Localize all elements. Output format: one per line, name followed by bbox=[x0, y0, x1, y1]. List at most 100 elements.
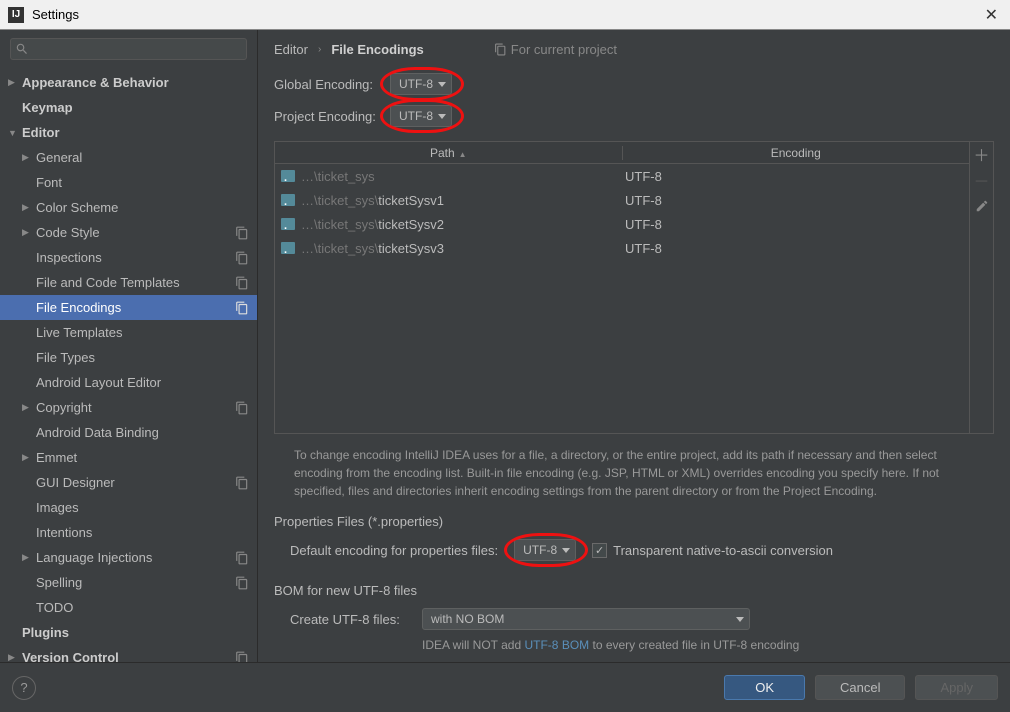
sidebar-item-label: Version Control bbox=[22, 650, 235, 662]
sidebar-item-inspections[interactable]: Inspections bbox=[0, 245, 257, 270]
global-encoding-label: Global Encoding: bbox=[274, 77, 382, 92]
apply-button[interactable]: Apply bbox=[915, 675, 998, 700]
breadcrumb-current: File Encodings bbox=[331, 42, 423, 57]
sidebar-item-keymap[interactable]: Keymap bbox=[0, 95, 257, 120]
copy-icon bbox=[235, 276, 249, 290]
search-input[interactable] bbox=[10, 38, 247, 60]
copy-icon bbox=[235, 651, 249, 663]
sidebar-item-label: Android Layout Editor bbox=[36, 375, 249, 390]
chevron-down-icon bbox=[736, 617, 744, 622]
sidebar-item-font[interactable]: Font bbox=[0, 170, 257, 195]
help-button[interactable]: ? bbox=[12, 676, 36, 700]
default-properties-encoding-dropdown[interactable]: UTF-8 bbox=[514, 539, 576, 561]
sidebar-item-version-control[interactable]: ▶Version Control bbox=[0, 645, 257, 662]
add-button[interactable]: ＋ bbox=[974, 146, 990, 162]
sidebar-item-copyright[interactable]: ▶Copyright bbox=[0, 395, 257, 420]
table-row[interactable]: …\ticket_sysUTF-8 bbox=[275, 164, 969, 188]
sidebar-item-intentions[interactable]: Intentions bbox=[0, 520, 257, 545]
breadcrumb-parent[interactable]: Editor bbox=[274, 42, 308, 57]
encoding-cell: UTF-8 bbox=[619, 241, 963, 256]
pencil-icon bbox=[975, 199, 989, 213]
create-utf8-dropdown[interactable]: with NO BOM bbox=[422, 608, 750, 630]
sidebar-item-android-data-binding[interactable]: Android Data Binding bbox=[0, 420, 257, 445]
create-utf8-label: Create UTF-8 files: bbox=[290, 612, 410, 627]
tree-arrow-icon: ▶ bbox=[22, 452, 34, 463]
copy-icon bbox=[235, 251, 249, 265]
utf8-bom-link[interactable]: UTF-8 BOM bbox=[524, 638, 589, 652]
sidebar-item-todo[interactable]: TODO bbox=[0, 595, 257, 620]
sidebar-item-label: File and Code Templates bbox=[36, 275, 235, 290]
properties-section-title: Properties Files (*.properties) bbox=[274, 514, 994, 529]
transparent-native-checkbox[interactable]: ✓ bbox=[592, 543, 607, 558]
content-panel: Editor › File Encodings For current proj… bbox=[258, 30, 1010, 662]
sidebar-item-file-encodings[interactable]: File Encodings bbox=[0, 295, 257, 320]
sidebar-item-label: Intentions bbox=[36, 525, 249, 540]
folder-icon bbox=[281, 170, 295, 182]
sidebar-item-label: Code Style bbox=[36, 225, 235, 240]
remove-button[interactable]: － bbox=[974, 172, 990, 188]
current-project-hint: For current project bbox=[494, 42, 617, 57]
sidebar-item-label: Emmet bbox=[36, 450, 249, 465]
search-icon bbox=[15, 42, 29, 56]
copy-icon bbox=[235, 551, 249, 565]
sidebar-item-label: Color Scheme bbox=[36, 200, 249, 215]
chevron-down-icon bbox=[438, 114, 446, 119]
sidebar-item-label: Images bbox=[36, 500, 249, 515]
copy-icon bbox=[235, 576, 249, 590]
sidebar-item-emmet[interactable]: ▶Emmet bbox=[0, 445, 257, 470]
sidebar-item-android-layout-editor[interactable]: Android Layout Editor bbox=[0, 370, 257, 395]
cancel-button[interactable]: Cancel bbox=[815, 675, 905, 700]
sidebar-item-editor[interactable]: ▼Editor bbox=[0, 120, 257, 145]
sidebar-item-label: Keymap bbox=[22, 100, 249, 115]
copy-icon bbox=[235, 476, 249, 490]
transparent-native-label: Transparent native-to-ascii conversion bbox=[613, 543, 833, 558]
project-encoding-dropdown[interactable]: UTF-8 bbox=[390, 105, 452, 127]
sidebar-item-file-types[interactable]: File Types bbox=[0, 345, 257, 370]
tree-arrow-icon: ▶ bbox=[22, 227, 34, 238]
sidebar-item-language-injections[interactable]: ▶Language Injections bbox=[0, 545, 257, 570]
sidebar-item-label: Inspections bbox=[36, 250, 235, 265]
ok-button[interactable]: OK bbox=[724, 675, 805, 700]
column-header-path[interactable]: Path▲ bbox=[275, 146, 623, 160]
encoding-cell: UTF-8 bbox=[619, 193, 963, 208]
chevron-down-icon bbox=[438, 82, 446, 87]
tree-arrow-icon: ▶ bbox=[22, 402, 34, 413]
copy-icon bbox=[235, 401, 249, 415]
column-header-encoding[interactable]: Encoding bbox=[623, 146, 970, 160]
edit-button[interactable] bbox=[974, 198, 990, 214]
sidebar-item-code-style[interactable]: ▶Code Style bbox=[0, 220, 257, 245]
title-bar: IJ Settings ✕ bbox=[0, 0, 1010, 30]
sidebar-item-label: Live Templates bbox=[36, 325, 249, 340]
encoding-cell: UTF-8 bbox=[619, 217, 963, 232]
chevron-right-icon: › bbox=[318, 44, 321, 55]
sidebar-item-spelling[interactable]: Spelling bbox=[0, 570, 257, 595]
copy-icon bbox=[494, 43, 507, 56]
copy-icon bbox=[235, 226, 249, 240]
sidebar-item-appearance-behavior[interactable]: ▶Appearance & Behavior bbox=[0, 70, 257, 95]
close-icon[interactable]: ✕ bbox=[981, 5, 1002, 25]
global-encoding-dropdown[interactable]: UTF-8 bbox=[390, 73, 452, 95]
sidebar-item-plugins[interactable]: Plugins bbox=[0, 620, 257, 645]
encoding-table: Path▲ Encoding …\ticket_sysUTF-8…\ticket… bbox=[274, 141, 994, 434]
sidebar: ▶Appearance & Behavior Keymap ▼Editor▶Gene… bbox=[0, 30, 258, 662]
bom-note: IDEA will NOT add UTF-8 BOM to every cre… bbox=[422, 638, 994, 652]
sidebar-item-file-and-code-templates[interactable]: File and Code Templates bbox=[0, 270, 257, 295]
table-row[interactable]: …\ticket_sys\ticketSysv1UTF-8 bbox=[275, 188, 969, 212]
encoding-cell: UTF-8 bbox=[619, 169, 963, 184]
sidebar-item-color-scheme[interactable]: ▶Color Scheme bbox=[0, 195, 257, 220]
sidebar-item-general[interactable]: ▶General bbox=[0, 145, 257, 170]
sidebar-item-gui-designer[interactable]: GUI Designer bbox=[0, 470, 257, 495]
sort-asc-icon: ▲ bbox=[459, 150, 467, 159]
sidebar-item-label: TODO bbox=[36, 600, 249, 615]
tree-arrow-icon: ▶ bbox=[22, 552, 34, 563]
tree-arrow-icon: ▶ bbox=[8, 652, 20, 662]
sidebar-item-live-templates[interactable]: Live Templates bbox=[0, 320, 257, 345]
sidebar-item-label: Plugins bbox=[22, 625, 249, 640]
sidebar-item-label: File Types bbox=[36, 350, 249, 365]
sidebar-item-label: Font bbox=[36, 175, 249, 190]
table-row[interactable]: …\ticket_sys\ticketSysv2UTF-8 bbox=[275, 212, 969, 236]
table-row[interactable]: …\ticket_sys\ticketSysv3UTF-8 bbox=[275, 236, 969, 260]
sidebar-item-images[interactable]: Images bbox=[0, 495, 257, 520]
footer: ? OK Cancel Apply bbox=[0, 662, 1010, 712]
tree-arrow-icon: ▶ bbox=[22, 202, 34, 213]
